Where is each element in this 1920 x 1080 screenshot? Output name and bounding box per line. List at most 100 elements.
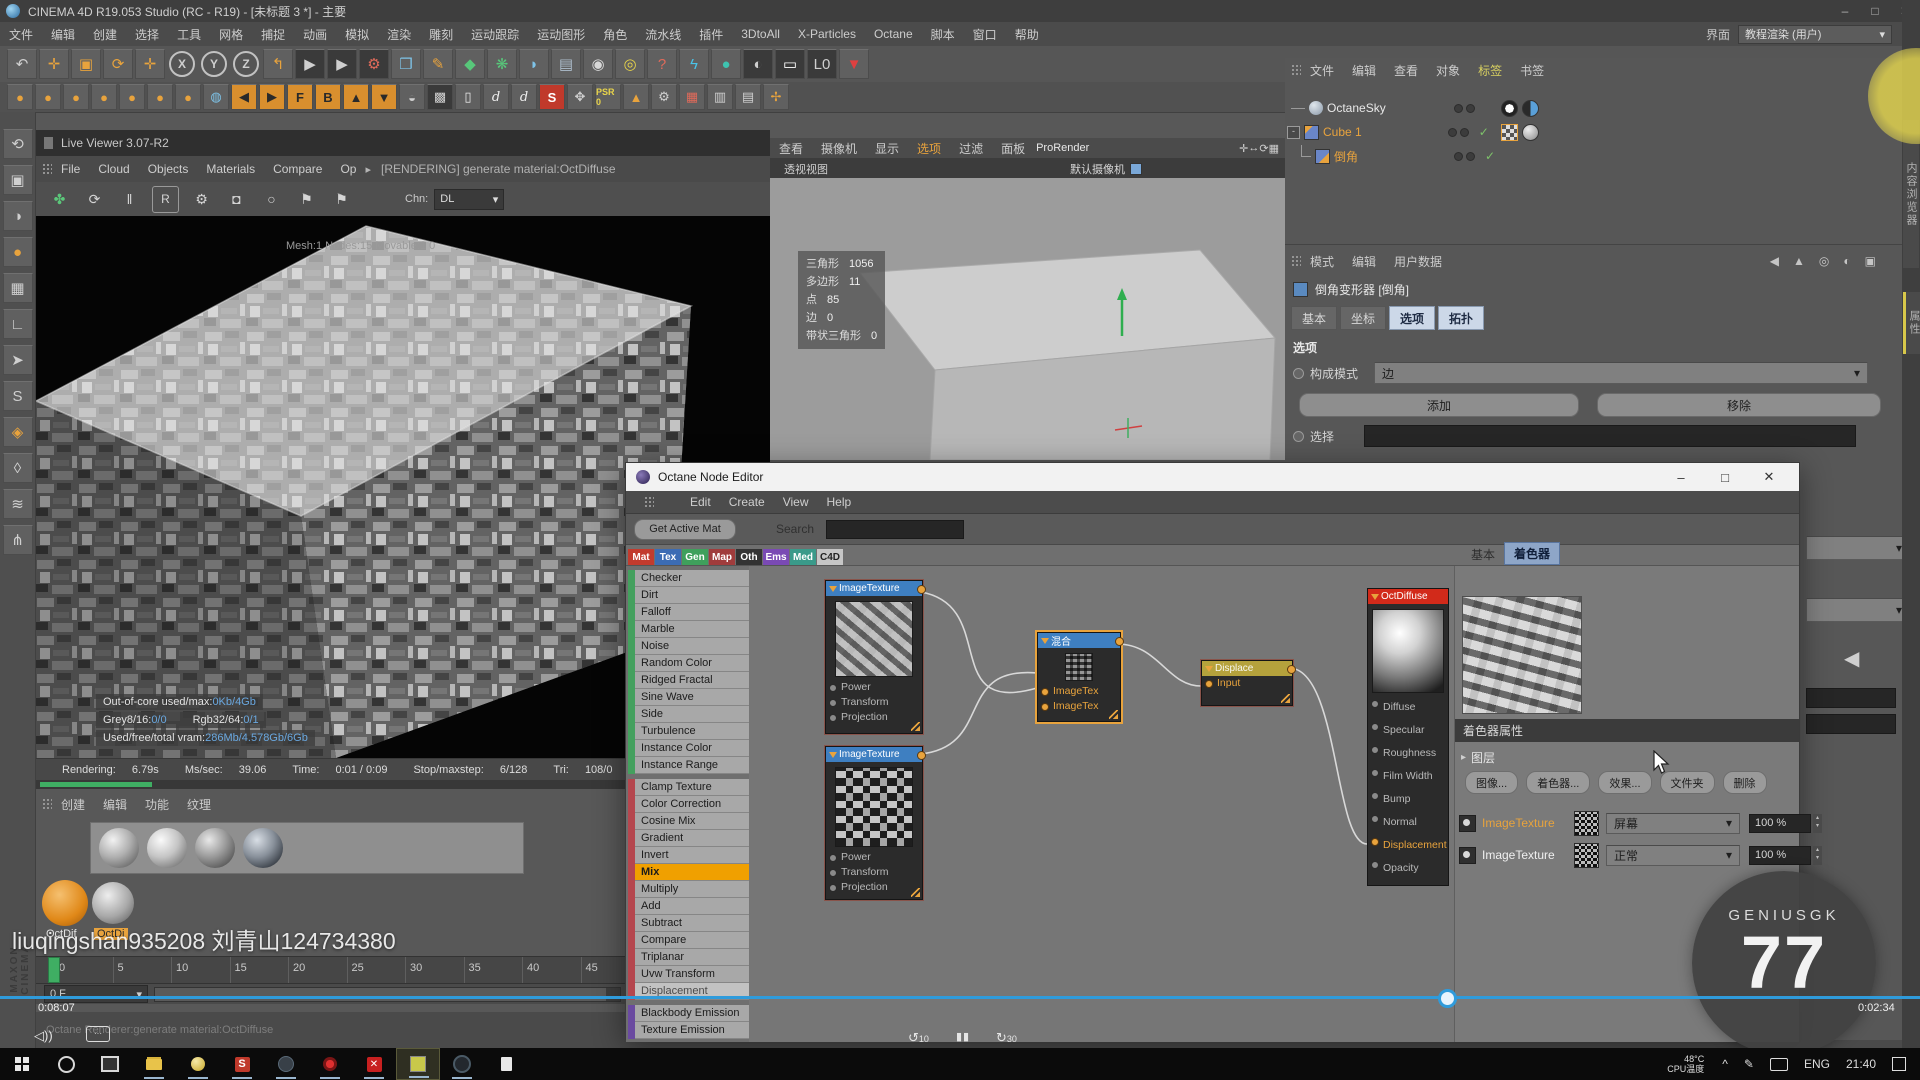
object-manager-menu-item[interactable]: 书签: [1511, 62, 1553, 79]
app-menu-item[interactable]: X-Particles: [789, 27, 865, 41]
node-type-item[interactable]: Side: [635, 706, 749, 723]
attribute-menu-item[interactable]: 模式: [1301, 253, 1343, 270]
attribute-nav-icon[interactable]: ◎: [1819, 254, 1829, 268]
back-icon[interactable]: B: [315, 84, 341, 110]
layer-action-button[interactable]: 图像...: [1465, 771, 1518, 794]
video-progress-handle[interactable]: [1438, 989, 1457, 1008]
texture-tag-icon[interactable]: [1501, 124, 1518, 141]
collapse-expander[interactable]: -: [1287, 126, 1300, 139]
node-category-tab[interactable]: Map: [709, 549, 735, 565]
input-port[interactable]: Film Width: [1368, 765, 1448, 788]
layer-action-button[interactable]: 着色器...: [1526, 771, 1590, 794]
front-icon[interactable]: F: [287, 84, 313, 110]
material-ball-icon[interactable]: ●: [147, 84, 173, 110]
node-type-item[interactable]: Multiply: [635, 881, 749, 898]
app-menu-item[interactable]: 模拟: [336, 26, 378, 43]
snap-icon[interactable]: S: [3, 381, 33, 411]
node-editor-titlebar[interactable]: Octane Node Editor – □ ✕: [626, 463, 1799, 491]
rewind-10-icon[interactable]: ↺10: [908, 1030, 929, 1046]
node-category-tab[interactable]: Oth: [736, 549, 762, 565]
node-type-item[interactable]: Uvw Transform: [635, 966, 749, 983]
live-viewer-menu-item[interactable]: Materials: [197, 162, 264, 176]
app-menu-item[interactable]: 角色: [594, 26, 636, 43]
visibility-dot[interactable]: [1454, 152, 1463, 161]
node-type-item[interactable]: Turbulence: [635, 723, 749, 740]
node-type-item[interactable]: Instance Range: [635, 757, 749, 774]
object-manager-menu-item[interactable]: 标签: [1469, 62, 1511, 79]
last-tool-icon[interactable]: ✛: [135, 49, 165, 79]
lock-icon[interactable]: ◊: [3, 453, 33, 483]
subdivision-surface-icon[interactable]: ◆: [455, 49, 485, 79]
material-preview-sphere[interactable]: [195, 828, 235, 868]
layout-gizmo-icon[interactable]: ▦: [1269, 142, 1279, 155]
floor-icon[interactable]: ▤: [551, 49, 581, 79]
node-type-item[interactable]: Gradient: [635, 830, 749, 847]
nav-right-icon[interactable]: ▶: [259, 84, 285, 110]
live-viewer-menu-item[interactable]: Op: [331, 162, 365, 176]
minimize-button[interactable]: –: [1659, 470, 1703, 485]
object-manager-menu-item[interactable]: 编辑: [1343, 62, 1385, 79]
frame-field[interactable]: 0 F ▾: [44, 985, 148, 1003]
volume-icon[interactable]: ◗: [519, 49, 549, 79]
pan-gizmo-icon[interactable]: ✛: [1239, 142, 1248, 155]
node-type-item[interactable]: Sine Wave: [635, 689, 749, 706]
prorender-menu[interactable]: ProRender: [1036, 142, 1089, 154]
draft-d1-icon[interactable]: d: [483, 84, 509, 110]
node-type-item[interactable]: Blackbody Emission: [635, 1005, 749, 1022]
stepper-icon[interactable]: ▴▾: [1813, 814, 1822, 833]
octane-start-icon[interactable]: ✤: [47, 187, 72, 212]
input-language[interactable]: ENG: [1804, 1057, 1830, 1071]
selection-field[interactable]: [1364, 425, 1856, 447]
input-port[interactable]: Transform: [826, 865, 922, 880]
node-category-tab[interactable]: C4D: [817, 549, 843, 565]
input-port[interactable]: Projection: [826, 880, 922, 895]
node-type-item[interactable]: Color Correction: [635, 796, 749, 813]
node-graph-canvas[interactable]: ImageTexture PowerTransformProjection Im…: [749, 566, 1454, 1042]
app-menu-item[interactable]: 插件: [690, 26, 732, 43]
live-viewer-menu-item[interactable]: Cloud: [89, 162, 138, 176]
output-socket[interactable]: [1287, 665, 1296, 674]
layer-action-button[interactable]: 删除: [1723, 771, 1767, 794]
scale-tool-icon[interactable]: ▣: [71, 49, 101, 79]
draft-d2-icon[interactable]: d: [511, 84, 537, 110]
octane-dialog-icon[interactable]: ϟ: [679, 49, 709, 79]
node-category-tab[interactable]: Mat: [628, 549, 654, 565]
app-menu-item[interactable]: 动画: [294, 26, 336, 43]
forward-30-icon[interactable]: ↻30: [996, 1030, 1017, 1046]
pen-icon[interactable]: ✎: [1744, 1057, 1754, 1071]
lock-resolution-icon[interactable]: ◘: [224, 187, 249, 212]
node-type-item[interactable]: Clamp Texture: [635, 779, 749, 796]
material-tag-icon[interactable]: [1522, 124, 1539, 141]
undo-icon[interactable]: ↶: [7, 49, 37, 79]
material-ball-icon[interactable]: ●: [119, 84, 145, 110]
material-menu-item[interactable]: 编辑: [94, 796, 136, 813]
axis-icon[interactable]: ✥: [567, 84, 593, 110]
material-ball-icon[interactable]: ●: [35, 84, 61, 110]
light-icon[interactable]: ◎: [615, 49, 645, 79]
material-menu-item[interactable]: 创建: [52, 796, 94, 813]
rotate-gizmo-icon[interactable]: ⟳: [1259, 142, 1268, 155]
rotate-tool-icon[interactable]: ⟳: [103, 49, 133, 79]
enabled-check-icon[interactable]: ✓: [1485, 149, 1495, 163]
octane-sphere-icon[interactable]: ●: [711, 49, 741, 79]
attribute-nav-icon[interactable]: ▲: [1793, 254, 1805, 268]
viewport-menu-item[interactable]: 过滤: [950, 140, 992, 157]
visibility-dot[interactable]: [1466, 104, 1475, 113]
app-menu-item[interactable]: 选择: [126, 26, 168, 43]
mograph-icon[interactable]: ❋: [487, 49, 517, 79]
node-type-item[interactable]: Dirt: [635, 587, 749, 604]
input-port[interactable]: Roughness: [1368, 742, 1448, 765]
recorder-icon[interactable]: [308, 1048, 352, 1080]
select-icon[interactable]: ➤: [3, 345, 33, 375]
node-header[interactable]: Displace: [1202, 661, 1292, 676]
attribute-tab[interactable]: 选项: [1389, 306, 1435, 330]
attribute-tab[interactable]: 拓扑: [1438, 306, 1484, 330]
object-manager-menu-item[interactable]: 文件: [1301, 62, 1343, 79]
material-preview-sphere[interactable]: [147, 828, 187, 868]
notes-icon[interactable]: [484, 1048, 528, 1080]
output-socket[interactable]: [917, 751, 926, 760]
node-editor-menu-item[interactable]: Edit: [690, 495, 711, 509]
attribute-menu-item[interactable]: 用户数据: [1385, 253, 1451, 270]
node-editor-menu-item[interactable]: View: [783, 495, 809, 509]
hidden-dropdown[interactable]: ▾: [1806, 598, 1910, 622]
